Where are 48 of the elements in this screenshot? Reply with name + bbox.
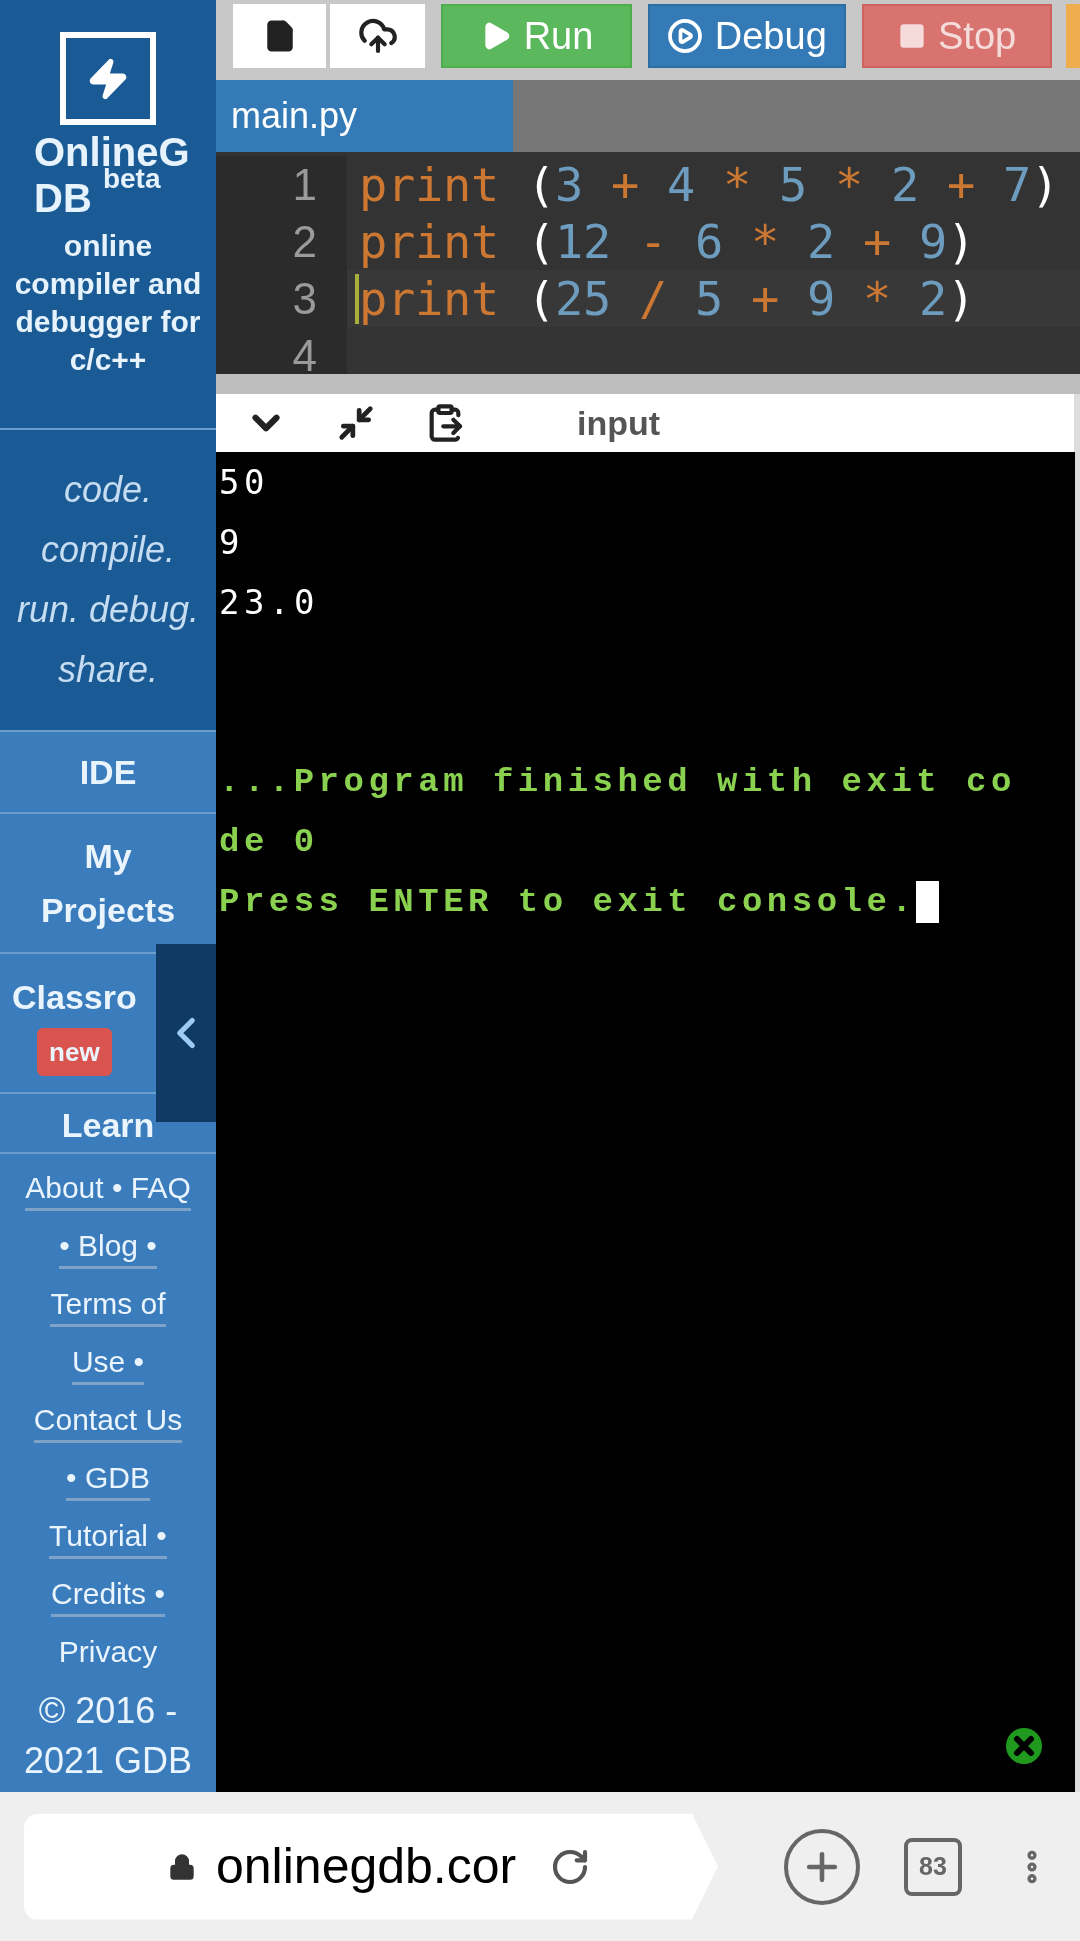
line-number: 3 bbox=[216, 270, 347, 327]
input-label: input bbox=[577, 402, 661, 444]
footer-link[interactable]: About • FAQ bbox=[25, 1167, 191, 1211]
stop-icon bbox=[898, 22, 926, 50]
url-text: onlinegdb.cor bbox=[216, 1837, 517, 1896]
footer-link[interactable]: Privacy bbox=[58, 1631, 158, 1675]
line-number: 4 bbox=[216, 327, 347, 374]
footer-link[interactable]: • Blog • bbox=[59, 1225, 157, 1269]
new-badge: new bbox=[37, 1028, 112, 1076]
nav-item[interactable]: My Projects bbox=[23, 829, 193, 937]
nav-item[interactable]: Learn bbox=[61, 1098, 155, 1152]
line-number: 1 bbox=[216, 156, 347, 213]
footer-link[interactable]: Terms of bbox=[50, 1283, 166, 1327]
output-line: 50 bbox=[219, 461, 270, 504]
debug-button[interactable]: Debug bbox=[647, 4, 846, 68]
status-message: Press ENTER to exit console. bbox=[219, 872, 1031, 932]
stop-button[interactable]: Stop bbox=[861, 4, 1053, 68]
site-subtitle: online compiler and debugger for c/c++ bbox=[13, 228, 203, 378]
play-circle-icon bbox=[666, 18, 703, 54]
new-file-button[interactable] bbox=[233, 4, 327, 68]
close-icon bbox=[1006, 1728, 1042, 1764]
collapse-icon bbox=[337, 404, 375, 442]
output-line: 23.0 bbox=[219, 581, 320, 624]
nav-item[interactable]: IDE bbox=[79, 745, 137, 799]
file-tab[interactable]: main.py bbox=[216, 80, 513, 152]
lock-icon bbox=[168, 1851, 196, 1882]
code-line: print (25 / 5 + 9 * 2) bbox=[359, 270, 975, 327]
output-line: 9 bbox=[219, 521, 245, 564]
text-cursor bbox=[355, 273, 359, 324]
code-line: print (3 + 4 * 5 * 2 + 7) bbox=[359, 156, 1059, 213]
cloud-upload-icon bbox=[357, 16, 398, 56]
footer-link[interactable]: Tutorial • bbox=[49, 1515, 167, 1559]
footer-link[interactable]: Contact Us bbox=[33, 1399, 183, 1443]
copyright: © 2016 - 2021 GDB bbox=[22, 1689, 194, 1783]
code-line: print (12 - 6 * 2 + 9) bbox=[359, 213, 975, 270]
run-button[interactable]: Run bbox=[441, 4, 632, 68]
new-tab-button[interactable] bbox=[784, 1828, 860, 1905]
tab-count-button[interactable]: 83 bbox=[904, 1837, 962, 1896]
footer-link[interactable]: Use • bbox=[71, 1341, 145, 1385]
footer-link[interactable]: Credits • bbox=[51, 1573, 165, 1617]
nav-item[interactable]: Classro new bbox=[12, 970, 137, 1076]
line-number: 2 bbox=[216, 213, 347, 270]
tagline: code. compile. run. debug. share. bbox=[15, 468, 201, 692]
upload-button[interactable] bbox=[330, 4, 426, 68]
address-bar[interactable]: onlinegdb.cor bbox=[24, 1813, 718, 1920]
site-title: OnlineGDB $^{beta}$ bbox=[34, 129, 191, 221]
footer-link[interactable]: • GDB bbox=[66, 1457, 150, 1501]
status-message: ...Program finished with exit code 0 bbox=[219, 762, 1017, 863]
